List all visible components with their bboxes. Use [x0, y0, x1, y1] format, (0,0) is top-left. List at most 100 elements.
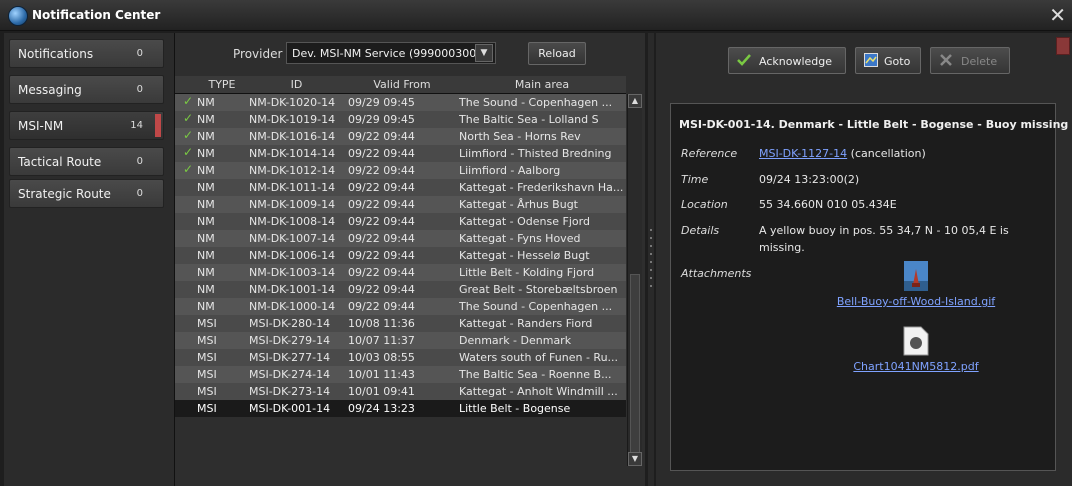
cell-main-area: Denmark - Denmark [459, 334, 572, 347]
detail-title: MSI-DK-001-14. Denmark - Little Belt - B… [679, 118, 1069, 131]
provider-label: Provider [233, 47, 283, 61]
cell-main-area: Kattegat - Randers Fiord [459, 317, 593, 330]
table-row[interactable]: MSI MSI-DK-273-14 10/01 09:41 Kattegat - An… [175, 383, 626, 400]
cell-valid-from: 09/29 09:45 [348, 96, 415, 109]
table-row[interactable]: NM NM-DK-1000-14 09/22 09:44 The Sound - Co… [175, 298, 626, 315]
table-row[interactable]: ✓ NM NM-DK-1019-14 09/29 09:45 The Baltic Se… [175, 111, 626, 128]
details-label: Details [681, 224, 720, 237]
cell-valid-from: 10/07 11:37 [348, 334, 415, 347]
table-row[interactable]: NM NM-DK-1011-14 09/22 09:44 Kattegat - Fre… [175, 179, 626, 196]
cell-id: NM-DK-1007-14 [249, 232, 336, 245]
table-row[interactable]: NM NM-DK-1003-14 09/22 09:44 Little Belt - … [175, 264, 626, 281]
column-header-main-area[interactable]: Main area [459, 78, 625, 91]
column-header-valid-from[interactable]: Valid From [348, 78, 456, 91]
goto-button[interactable]: Goto [855, 47, 921, 74]
table-scrollbar[interactable]: ▲ ▼ [627, 94, 642, 466]
column-header-type[interactable]: TYPE [197, 78, 247, 91]
table-row[interactable]: NM NM-DK-1009-14 09/22 09:44 Kattegat - Årh… [175, 196, 626, 213]
cell-id: NM-DK-1000-14 [249, 300, 336, 313]
cell-id: NM-DK-1014-14 [249, 147, 336, 160]
acknowledged-check-icon: ✓ [183, 145, 194, 159]
attachment-item[interactable]: Bell-Buoy-off-Wood-Island.gif [811, 261, 1021, 308]
reload-button[interactable]: Reload [528, 42, 586, 65]
close-icon[interactable]: ✕ [1049, 3, 1066, 27]
cell-valid-from: 10/01 11:43 [348, 368, 415, 381]
scrollbar-thumb[interactable] [630, 274, 640, 462]
acknowledge-button[interactable]: Acknowledge [728, 47, 846, 74]
sidebar-item-messaging[interactable]: Messaging 0 [9, 75, 164, 104]
attachment-link[interactable]: Bell-Buoy-off-Wood-Island.gif [811, 295, 1021, 308]
sidebar-item-count: 0 [136, 188, 143, 199]
message-list-panel: Provider Dev. MSI-NM Service (999000300)… [175, 33, 645, 486]
delete-icon [940, 54, 952, 66]
image-thumbnail-icon [904, 261, 928, 291]
cell-id: MSI-DK-274-14 [249, 368, 331, 381]
cell-id: MSI-DK-280-14 [249, 317, 331, 330]
cell-id: MSI-DK-273-14 [249, 385, 331, 398]
table-row[interactable]: ✓ NM NM-DK-1014-14 09/22 09:44 Liimfiord - T… [175, 145, 626, 162]
check-icon [737, 54, 751, 66]
cell-valid-from: 09/24 13:23 [348, 402, 415, 415]
table-row[interactable]: NM NM-DK-1001-14 09/22 09:44 Great Belt - S… [175, 281, 626, 298]
cell-main-area: Liimfiord - Thisted Bredning [459, 147, 612, 160]
cell-valid-from: 09/22 09:44 [348, 249, 415, 262]
cell-valid-from: 10/01 09:41 [348, 385, 415, 398]
cell-id: NM-DK-1020-14 [249, 96, 336, 109]
cell-main-area: Kattegat - Odense Fjord [459, 215, 590, 228]
cell-valid-from: 09/22 09:44 [348, 164, 415, 177]
acknowledged-check-icon: ✓ [183, 162, 194, 176]
sidebar-item-msi-nm[interactable]: MSI-NM 14 [9, 111, 164, 140]
panel-toggle-icon[interactable] [1056, 37, 1070, 55]
scroll-down-icon[interactable]: ▼ [628, 452, 642, 466]
acknowledged-check-icon: ✓ [183, 111, 194, 125]
table-row[interactable]: ✓ NM NM-DK-1012-14 09/22 09:44 Liimfiord - A… [175, 162, 626, 179]
cell-valid-from: 09/22 09:44 [348, 283, 415, 296]
attachment-item[interactable]: Chart1041NM5812.pdf [811, 326, 1021, 373]
cell-type: NM [197, 283, 215, 296]
window-title: Notification Center [32, 8, 161, 22]
scroll-up-icon[interactable]: ▲ [628, 94, 642, 108]
table-row[interactable]: MSI MSI-DK-279-14 10/07 11:37 Denmark - Den… [175, 332, 626, 349]
provider-select[interactable]: Dev. MSI-NM Service (999000300) ▼ [286, 42, 496, 64]
details-line-1: A yellow buoy in pos. 55 34,7 N - 10 05,… [759, 224, 1009, 237]
cell-main-area: Kattegat - Århus Bugt [459, 198, 578, 211]
reference-link[interactable]: MSI-DK-1127-14 [759, 147, 847, 160]
cell-type: NM [197, 181, 215, 194]
cell-type: MSI [197, 334, 217, 347]
sidebar: Notifications 0 Messaging 0 MSI-NM 14 Ta… [4, 33, 175, 486]
cell-valid-from: 09/22 09:44 [348, 215, 415, 228]
cell-main-area: The Baltic Sea - Lolland S [459, 113, 599, 126]
title-bar: Notification Center ✕ [0, 0, 1072, 31]
delete-button[interactable]: Delete [930, 47, 1010, 74]
table-row[interactable]: NM NM-DK-1006-14 09/22 09:44 Kattegat - Hes… [175, 247, 626, 264]
cell-main-area: Kattegat - Hesselø Bugt [459, 249, 590, 262]
table-header: TYPE ID Valid From Main area [175, 76, 626, 94]
table-row[interactable]: NM NM-DK-1008-14 09/22 09:44 Kattegat - Ode… [175, 213, 626, 230]
table-row[interactable]: MSI MSI-DK-274-14 10/01 11:43 The Baltic Se… [175, 366, 626, 383]
cell-type: NM [197, 198, 215, 211]
column-header-id[interactable]: ID [249, 78, 344, 91]
table-row[interactable]: MSI MSI-DK-277-14 10/03 08:55 Waters south … [175, 349, 626, 366]
cell-id: NM-DK-1012-14 [249, 164, 336, 177]
cell-main-area: Kattegat - Fyns Hoved [459, 232, 581, 245]
table-row[interactable]: ✓ NM NM-DK-1020-14 09/29 09:45 The Sound - C… [175, 94, 626, 111]
table-row[interactable]: ✓ NM NM-DK-1016-14 09/22 09:44 North Sea - H… [175, 128, 626, 145]
cell-main-area: The Sound - Copenhagen ... [459, 300, 613, 313]
cell-id: NM-DK-1009-14 [249, 198, 336, 211]
table-row[interactable]: MSI MSI-DK-280-14 10/08 11:36 Kattegat - Ra… [175, 315, 626, 332]
acknowledged-check-icon: ✓ [183, 128, 194, 142]
cell-valid-from: 09/29 09:45 [348, 113, 415, 126]
sidebar-item-tactical-route[interactable]: Tactical Route 0 [9, 147, 164, 176]
sidebar-item-strategic-route[interactable]: Strategic Route 0 [9, 179, 164, 208]
cell-id: NM-DK-1016-14 [249, 130, 336, 143]
table-row[interactable]: NM NM-DK-1007-14 09/22 09:44 Kattegat - Fyn… [175, 230, 626, 247]
sidebar-item-notifications[interactable]: Notifications 0 [9, 39, 164, 68]
table-row[interactable]: MSI MSI-DK-001-14 09/24 13:23 Little Belt -… [175, 400, 626, 417]
chevron-down-icon[interactable]: ▼ [475, 44, 493, 62]
cell-type: NM [197, 130, 215, 143]
reference-suffix: (cancellation) [850, 147, 926, 160]
cell-type: NM [197, 164, 215, 177]
attachment-link[interactable]: Chart1041NM5812.pdf [811, 360, 1021, 373]
cell-type: NM [197, 300, 215, 313]
panel-splitter[interactable] [648, 33, 654, 486]
